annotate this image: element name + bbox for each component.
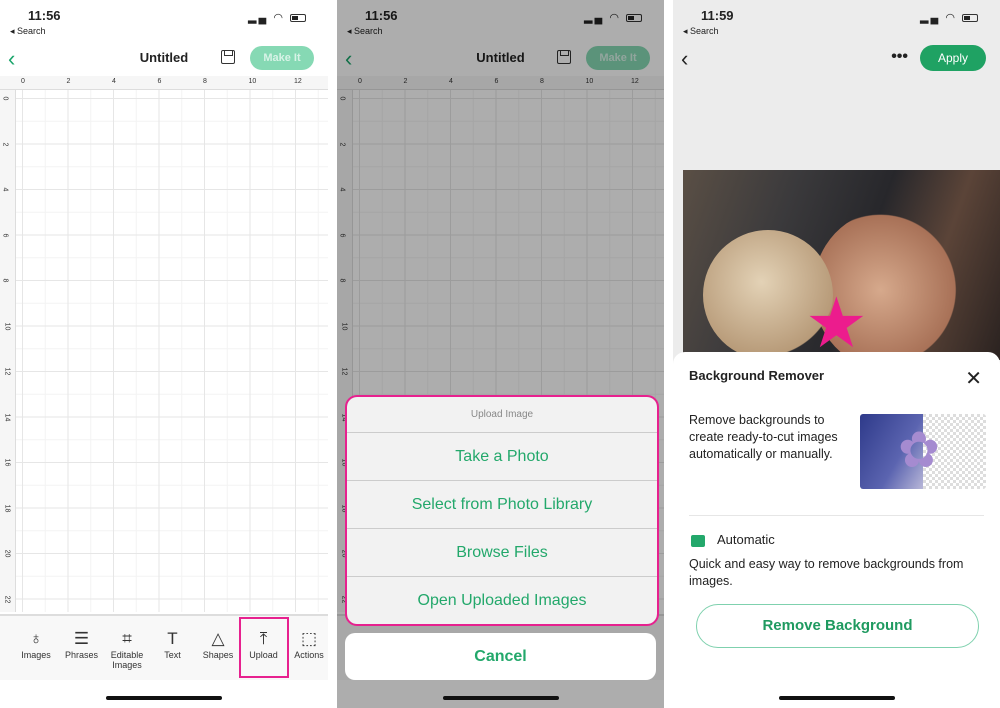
remove-background-button[interactable]: Remove Background [696,604,979,648]
home-indicator [106,696,222,700]
tool-label: Actions [294,650,324,660]
ruler-left-label: 6 [1,233,9,237]
background-remover-sheet: Background Remover ✕ Remove backgrounds … [673,352,1000,708]
ruler-left-label: 4 [1,187,9,192]
ruler-left-label: 0 [1,96,9,101]
sheet-description: Remove backgrounds to create ready-to-cu… [689,413,838,461]
screen-canvas: 11:56 ◂ Search ▂▄ ◠ ‹ Untitled Make It 0… [0,0,328,708]
text-icon: T [167,629,178,648]
screen-background-remover: 11:59 ◂ Search ▂▄ ◠ ‹ ••• Apply ★ Backgr… [673,0,1000,708]
automatic-icon [691,535,705,547]
tool-text[interactable]: T Text [150,628,196,660]
status-bar: 11:59 ◂ Search ▂▄ ◠ [673,0,1000,44]
tool-label: Images [21,650,51,660]
automatic-description: Quick and easy way to remove backgrounds… [689,557,964,588]
back-to-search[interactable]: ◂ Search [10,26,46,37]
make-it-button[interactable]: Make It [250,46,314,70]
ruler-left-label: 12 [3,367,11,376]
clock: 11:56 [28,8,61,23]
ruler-top-label: 10 [248,78,257,85]
back-chevron-icon[interactable]: ‹ [8,46,15,72]
tool-label: Upload [249,650,278,660]
take-photo-option[interactable]: Take a Photo [347,433,657,481]
ruler-top-label: 4 [112,78,116,85]
tool-images[interactable]: ♁ Images [13,628,59,660]
battery-icon [290,14,306,23]
close-icon[interactable]: ✕ [965,366,982,391]
tool-label: Editable Images [110,650,144,670]
ruler-top-label: 0 [21,78,25,85]
ruler-left-label: 18 [3,504,11,512]
ruler-top-label: 2 [66,78,71,85]
flower-icon: ✿ [898,422,940,478]
screen-upload-sheet: 11:56 ◂ Search ▂▄ ◠ ‹ Untitled Make It 0… [337,0,664,708]
cancel-button[interactable]: Cancel [345,633,656,680]
tool-shapes[interactable]: △ Shapes [195,628,241,660]
nav-bar: ‹ Untitled Make It [0,44,328,74]
clock: 11:59 [701,8,734,23]
ruler-top-label: 12 [294,78,302,85]
tool-label: Shapes [202,650,234,660]
home-indicator [778,696,895,700]
status-icons: ▂▄ ◠ [920,11,978,24]
ruler-left-label: 10 [3,322,11,330]
tool-actions[interactable]: ⬚ Actions [286,628,328,660]
ruler-top-label: 6 [157,78,162,85]
ruler-left-label: 22 [3,595,11,603]
tool-label: Text [164,650,181,660]
example-thumbnail: ✿ [860,414,986,489]
divider [689,515,984,516]
status-icons: ▂▄ ◠ [248,11,306,24]
save-icon[interactable] [221,50,235,64]
ruler-left-label: 16 [3,458,11,467]
ruler-top: 0 2 4 6 8 10 12 [0,76,328,90]
ruler-left-label: 14 [3,413,11,421]
back-to-search[interactable]: ◂ Search [683,26,719,37]
actions-icon: ⬚ [300,629,318,648]
balloon-icon: ♁ [29,629,43,648]
tool-upload[interactable]: ⤒ Upload [238,617,289,678]
home-indicator [442,696,559,700]
back-chevron-icon[interactable]: ‹ [681,46,688,72]
shapes-icon: △ [211,629,225,648]
ruler-left-label: 8 [1,278,9,283]
ruler-left-label: 2 [1,142,9,146]
canvas-grid[interactable] [16,90,328,612]
uploaded-photo: ★ [683,170,1000,370]
upload-action-sheet: Upload Image Take a Photo Select from Ph… [345,395,659,626]
tool-editable-images[interactable]: ⌗ Editable Images [104,628,150,670]
star-sticker-icon: ★ [805,284,868,362]
battery-icon [962,14,978,23]
apply-button[interactable]: Apply [920,45,986,71]
ruler-top-label: 8 [203,78,207,85]
sheet-title: Upload Image [347,397,657,433]
photo-library-option[interactable]: Select from Photo Library [347,481,657,529]
nav-bar: ‹ ••• Apply [673,44,1000,74]
editable-image-icon: ⌗ [122,629,132,648]
speech-bubble-icon: ☰ [73,629,90,648]
more-icon[interactable]: ••• [891,48,908,66]
browse-files-option[interactable]: Browse Files [347,529,657,577]
automatic-title: Automatic [717,532,775,547]
sheet-title: Background Remover [689,368,825,383]
status-bar: 11:56 ◂ Search ▂▄ ◠ [0,0,328,44]
bottom-toolbar: ♁ Images ☰ Phrases ⌗ Editable Images T Text △ Sha… [0,614,328,680]
upload-icon: ⤒ [259,629,268,648]
uploaded-images-option[interactable]: Open Uploaded Images [347,577,657,625]
tool-label: Phrases [64,650,99,660]
ruler-left: 0 2 4 6 8 10 12 14 16 18 20 22 [0,90,16,612]
tool-phrases[interactable]: ☰ Phrases [59,628,105,660]
ruler-left-label: 20 [3,549,11,558]
